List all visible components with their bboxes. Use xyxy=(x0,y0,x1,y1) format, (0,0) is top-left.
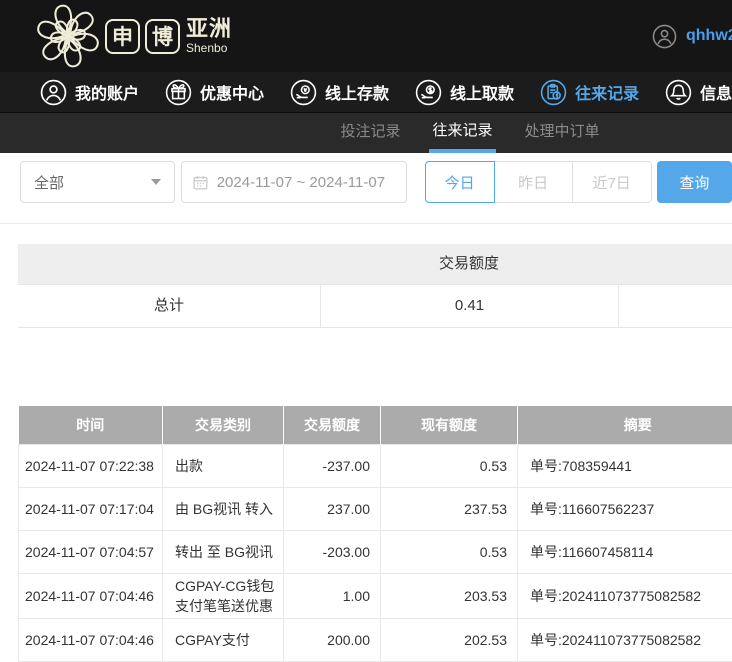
user-avatar-icon xyxy=(652,24,677,49)
cell-amount: 1.00 xyxy=(284,574,381,619)
nav-item-my-account[interactable]: 我的账户 xyxy=(40,79,139,106)
summary-header-spacer xyxy=(618,244,732,284)
date-range-input[interactable]: 2024-11-07 ~ 2024-11-07 xyxy=(181,161,407,203)
cell-amount: 200.00 xyxy=(284,619,381,662)
summary-total-label: 总计 xyxy=(18,285,320,327)
cell-time: 2024-11-07 07:04:57 xyxy=(19,531,163,574)
cell-type: 由 BG视讯 转入 xyxy=(163,488,284,531)
logo-latin: Shenbo xyxy=(186,42,232,54)
user-account[interactable]: qhhw2 xyxy=(652,0,732,72)
col-header-summary: 摘要 xyxy=(518,406,732,445)
cell-time: 2024-11-07 07:04:46 xyxy=(19,574,163,619)
nav-item-label: 线上存款 xyxy=(325,80,389,104)
col-header-time: 时间 xyxy=(19,406,163,445)
table-row: 2024-11-07 07:04:46 CGPAY-CG钱包支付笔笔送优惠 1.… xyxy=(19,574,732,619)
tab-transaction-records[interactable]: 往来记录 xyxy=(429,113,495,153)
cell-balance: 203.53 xyxy=(381,574,518,619)
nav-item-label: 优惠中心 xyxy=(200,80,264,104)
type-select[interactable]: 全部 xyxy=(20,161,175,203)
nav-item-label: 信息 xyxy=(700,80,732,104)
search-button[interactable]: 查询 xyxy=(657,161,732,203)
bell-icon xyxy=(665,79,692,106)
calendar-icon xyxy=(192,174,209,191)
cell-type: 出款 xyxy=(163,445,284,488)
logo-region: 亚洲 xyxy=(186,18,232,40)
nav-item-label: 线上取款 xyxy=(450,80,514,104)
cell-type: 转出 至 BG视讯 xyxy=(163,531,284,574)
cell-type: CGPAY支付 xyxy=(163,619,284,662)
cell-amount: -237.00 xyxy=(284,445,381,488)
logo-bo-box: 博 xyxy=(145,19,180,54)
table-row: 2024-11-07 07:04:57 转出 至 BG视讯 -203.00 0.… xyxy=(19,531,732,574)
gift-icon xyxy=(165,79,192,106)
quick-yesterday-button[interactable]: 昨日 xyxy=(494,161,573,203)
filter-bar: 全部 2024-11-07 ~ 2024-11-07 今日 昨日 近7日 查询 xyxy=(0,153,732,203)
nav-item-promotions[interactable]: 优惠中心 xyxy=(165,79,264,106)
cell-amount: -203.00 xyxy=(284,531,381,574)
records-header-row: 时间 交易类别 交易额度 现有额度 摘要 xyxy=(19,406,732,445)
quick-range-group: 今日 昨日 近7日 xyxy=(425,161,652,203)
cell-summary: 单号:116607562237 xyxy=(518,488,732,531)
table-row: 2024-11-07 07:04:46 CGPAY支付 200.00 202.5… xyxy=(19,619,732,662)
col-header-balance: 现有额度 xyxy=(381,406,518,445)
cell-summary: 单号:116607458114 xyxy=(518,531,732,574)
flower-logo-icon xyxy=(34,2,102,70)
user-icon xyxy=(40,79,67,106)
summary-total-row: 总计 0.41 xyxy=(18,284,732,328)
subtab-bar: 投注记录 往来记录 处理中订单 xyxy=(0,113,732,153)
quick-today-button[interactable]: 今日 xyxy=(425,161,495,203)
nav-item-messages[interactable]: 信息 xyxy=(665,79,732,106)
nav-item-label: 我的账户 xyxy=(75,80,139,104)
summary-table: 交易额度 总计 0.41 xyxy=(18,244,732,328)
col-header-type: 交易类别 xyxy=(163,406,284,445)
cell-summary: 单号:202411073775082582 xyxy=(518,619,732,662)
cell-balance: 202.53 xyxy=(381,619,518,662)
clipboard-clock-icon xyxy=(540,79,567,106)
cell-balance: 0.53 xyxy=(381,445,518,488)
main-nav: 我的账户 优惠中心 线上存款 线上取款 xyxy=(0,72,732,113)
deposit-coin-hand-icon xyxy=(290,79,317,106)
cell-type: CGPAY-CG钱包支付笔笔送优惠 xyxy=(163,574,284,619)
records-table: 时间 交易类别 交易额度 现有额度 摘要 2024-11-07 07:22:38… xyxy=(18,406,732,662)
quick-last7days-button[interactable]: 近7日 xyxy=(572,161,652,203)
summary-header-row: 交易额度 xyxy=(18,244,732,284)
summary-total-value: 0.41 xyxy=(320,285,618,327)
nav-item-records[interactable]: 往来记录 xyxy=(540,79,639,106)
cell-summary: 单号:202411073775082582 xyxy=(518,574,732,619)
summary-header-spacer xyxy=(18,244,320,284)
type-select-value: 全部 xyxy=(34,172,64,193)
cell-summary: 单号:708359441 xyxy=(518,445,732,488)
logo-shen-box: 申 xyxy=(105,19,140,54)
tab-bet-records[interactable]: 投注记录 xyxy=(337,113,403,153)
nav-item-withdraw[interactable]: 线上取款 xyxy=(415,79,514,106)
cell-time: 2024-11-07 07:04:46 xyxy=(19,619,163,662)
col-header-amount: 交易额度 xyxy=(284,406,381,445)
nav-item-deposit[interactable]: 线上存款 xyxy=(290,79,389,106)
summary-header-label: 交易额度 xyxy=(320,244,618,284)
tab-pending-orders[interactable]: 处理中订单 xyxy=(522,113,603,153)
logo-wordmark: 申 博 xyxy=(105,19,180,54)
top-header: 申 博 亚洲 Shenbo qhhw2 xyxy=(0,0,732,72)
cell-time: 2024-11-07 07:22:38 xyxy=(19,445,163,488)
cell-balance: 0.53 xyxy=(381,531,518,574)
brand-logo[interactable]: 申 博 亚洲 Shenbo xyxy=(34,2,232,70)
username[interactable]: qhhw2 xyxy=(686,27,732,45)
logo-region-block: 亚洲 Shenbo xyxy=(186,18,232,54)
chevron-down-icon xyxy=(151,179,161,185)
summary-empty-cell xyxy=(618,285,732,327)
cell-amount: 237.00 xyxy=(284,488,381,531)
section-divider xyxy=(0,223,732,224)
nav-item-label: 往来记录 xyxy=(575,80,639,104)
table-row: 2024-11-07 07:22:38 出款 -237.00 0.53 单号:7… xyxy=(19,445,732,488)
date-range-value: 2024-11-07 ~ 2024-11-07 xyxy=(217,174,385,191)
cell-balance: 237.53 xyxy=(381,488,518,531)
withdraw-coin-hand-icon xyxy=(415,79,442,106)
table-row: 2024-11-07 07:17:04 由 BG视讯 转入 237.00 237… xyxy=(19,488,732,531)
cell-time: 2024-11-07 07:17:04 xyxy=(19,488,163,531)
